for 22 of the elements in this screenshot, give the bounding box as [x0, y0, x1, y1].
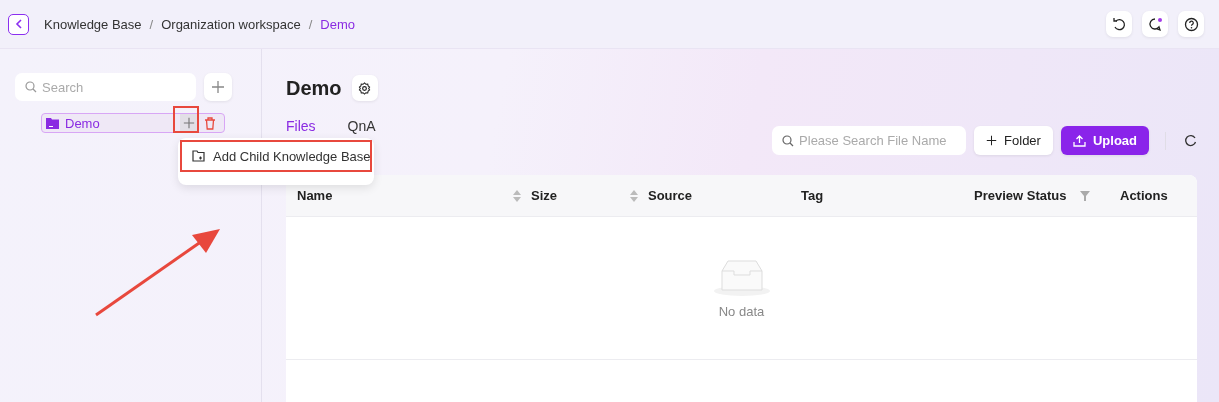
tree-item[interactable]: Demo	[41, 113, 225, 133]
breadcrumb-link[interactable]: Demo	[320, 16, 355, 32]
breadcrumb-separator: /	[149, 16, 154, 32]
column-header: Name	[297, 188, 333, 203]
tab[interactable]: QnA	[347, 118, 376, 134]
column-header: Size	[531, 188, 557, 203]
page-title: Demo	[286, 76, 342, 100]
upload-button[interactable]: Upload	[1060, 126, 1149, 155]
column-header: Tag	[801, 188, 824, 203]
column-header: Source	[648, 188, 693, 203]
breadcrumb-separator: /	[308, 16, 313, 32]
breadcrumb-link[interactable]: Organization workspace	[161, 16, 301, 32]
breadcrumb-link[interactable]: Knowledge Base	[44, 16, 142, 32]
folder-button[interactable]: Folder	[974, 126, 1053, 155]
tree-label: Demo	[65, 115, 101, 131]
file-search-field[interactable]: Please Search File Name	[772, 126, 967, 155]
column-header: Preview Status	[974, 188, 1067, 203]
tab[interactable]: Files	[286, 118, 316, 134]
menu-item[interactable]: Add Child Knowledge Base	[180, 140, 372, 172]
column-header: Actions	[1120, 188, 1168, 203]
empty-text: No data	[718, 303, 765, 319]
search-field[interactable]: Search	[15, 73, 196, 101]
